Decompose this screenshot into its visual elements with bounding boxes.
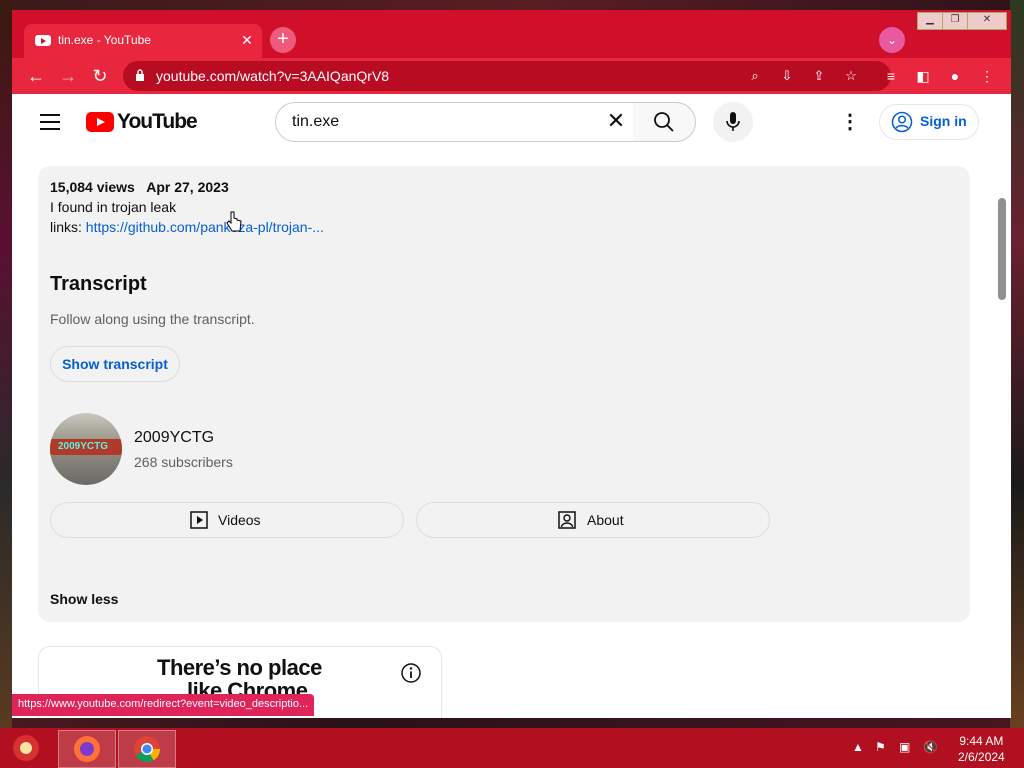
description-links-line: links: https://github.com/pankoza-pl/tro… (50, 219, 324, 235)
youtube-play-icon (86, 112, 114, 132)
minimize-button[interactable]: ▁ (917, 12, 943, 30)
channel-name[interactable]: 2009YCTG (134, 429, 214, 447)
view-count: 15,084 views (50, 179, 135, 195)
avatar-text: 2009YCTG (58, 441, 109, 452)
sign-in-label: Sign in (920, 113, 967, 129)
url-text: youtube.com/watch?v=3AAIQanQrV8 (156, 68, 390, 84)
account-box-icon (558, 511, 576, 529)
youtube-logo-text: YouTube (117, 110, 198, 133)
bookmark-star-icon[interactable]: ☆ (841, 66, 861, 86)
start-orb-icon[interactable] (8, 732, 44, 764)
new-tab-button[interactable]: + (270, 27, 296, 53)
action-center-flag-icon[interactable]: ⚑ (875, 740, 886, 754)
video-meta: 15,084 views Apr 27, 2023 (50, 179, 237, 195)
links-prefix: links: (50, 219, 86, 235)
network-icon[interactable]: ▣ (899, 740, 910, 754)
subscriber-count: 268 subscribers (134, 454, 233, 470)
tab-youtube[interactable]: tin.exe - YouTube ✕ (24, 24, 262, 58)
side-panel-icon[interactable]: ◧ (913, 66, 933, 86)
link-status-bar: https://www.youtube.com/redirect?event=v… (12, 694, 315, 716)
channel-avatar[interactable]: 2009YCTG (50, 413, 122, 485)
install-app-icon[interactable]: ⇩ (777, 66, 797, 86)
hand-cursor-icon (226, 211, 242, 232)
transcript-heading: Transcript (50, 273, 147, 295)
clock-date: 2/6/2024 (958, 750, 1005, 764)
settings-kebab-icon[interactable]: ⋮ (840, 110, 860, 134)
firefox-icon (74, 736, 100, 762)
show-transcript-button[interactable]: Show transcript (50, 346, 180, 382)
github-link[interactable]: https://github.com/pankoza-pl/trojan-... (86, 219, 324, 235)
search-value: tin.exe (292, 113, 340, 130)
forward-arrow-icon[interactable]: → (56, 64, 80, 88)
videos-label: Videos (218, 512, 261, 528)
chrome-taskbar-button[interactable] (118, 730, 176, 768)
video-play-icon (190, 511, 208, 529)
firefox-taskbar-button[interactable] (58, 730, 116, 768)
search-input[interactable]: tin.exe ✕ (275, 102, 635, 142)
clear-search-icon[interactable]: ✕ (604, 109, 628, 133)
account-circle-icon (891, 111, 913, 133)
about-label: About (587, 512, 624, 528)
windows-taskbar: ▲ ⚑ ▣ 🔇 9:44 AM 2/6/2024 (0, 728, 1024, 768)
microphone-icon (726, 112, 740, 131)
show-less-button[interactable]: Show less (50, 591, 118, 607)
voice-search-button[interactable] (713, 102, 753, 142)
volume-muted-icon[interactable]: 🔇 (923, 740, 938, 754)
back-arrow-icon[interactable]: ← (24, 64, 48, 88)
video-description-panel: 15,084 views Apr 27, 2023 I found in tro… (38, 166, 970, 622)
videos-button[interactable]: Videos (50, 502, 404, 538)
chrome-menu-icon[interactable]: ⋮ (977, 66, 997, 86)
zoom-search-icon[interactable]: ⌕ (745, 66, 765, 86)
info-icon[interactable] (400, 662, 422, 684)
description-text: I found in trojan leak (50, 199, 177, 215)
clock-time: 9:44 AM (959, 734, 1004, 748)
youtube-masthead: YouTube tin.exe ✕ ⋮ Sign in (12, 94, 1011, 150)
search-icon (654, 112, 674, 132)
close-window-button[interactable]: ✕ (967, 12, 1007, 30)
desktop-edge-right (1010, 0, 1024, 728)
reading-list-icon[interactable]: ≡ (881, 66, 901, 86)
about-button[interactable]: About (416, 502, 770, 538)
transcript-subtitle: Follow along using the transcript. (50, 311, 255, 327)
tab-close-icon[interactable]: ✕ (238, 31, 256, 49)
tray-overflow-icon[interactable]: ▲ (852, 740, 864, 754)
search-button[interactable] (633, 102, 696, 142)
youtube-page: YouTube tin.exe ✕ ⋮ Sign in 15,084 views… (12, 94, 1011, 718)
address-bar[interactable]: youtube.com/watch?v=3AAIQanQrV8 ⌕ ⇩ ⇪ ☆ (123, 61, 891, 91)
chrome-icon (134, 736, 161, 763)
taskbar-clock[interactable]: 9:44 AM 2/6/2024 (958, 733, 1005, 765)
reload-icon[interactable]: ↻ (88, 64, 112, 88)
title-bar: tin.exe - YouTube ✕ + ⌄ ▁ ❐ ✕ (12, 10, 1011, 58)
share-icon[interactable]: ⇪ (809, 66, 829, 86)
sign-in-button[interactable]: Sign in (879, 104, 979, 140)
profile-avatar-icon[interactable]: ● (945, 66, 965, 86)
upload-date: Apr 27, 2023 (146, 179, 229, 195)
browser-window: tin.exe - YouTube ✕ + ⌄ ▁ ❐ ✕ ← → ↻ yout… (12, 10, 1011, 718)
restore-button[interactable]: ❐ (942, 12, 968, 30)
hamburger-menu-icon[interactable] (40, 114, 60, 130)
page-scrollbar-thumb[interactable] (998, 198, 1006, 300)
lock-icon (136, 69, 144, 81)
desktop-edge-left (0, 0, 12, 728)
browser-toolbar: ← → ↻ youtube.com/watch?v=3AAIQanQrV8 ⌕ … (12, 58, 1011, 94)
tab-title: tin.exe - YouTube (58, 33, 151, 47)
youtube-favicon-icon (35, 35, 51, 46)
tab-search-chevron-icon[interactable]: ⌄ (879, 27, 905, 53)
